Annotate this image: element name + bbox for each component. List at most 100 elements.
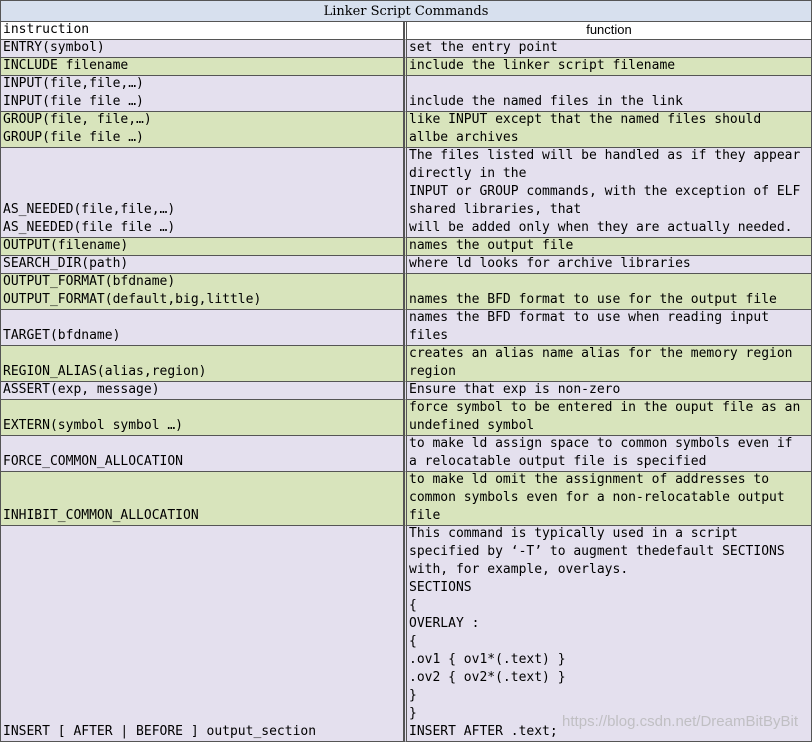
instruction-line: GROUP(file file …) [3,130,144,145]
instruction-line: INCLUDE filename [3,58,129,73]
instruction-cell: SEARCH_DIR(path) [0,256,404,274]
linker-commands-table: Linker Script Commands instruction funct… [0,0,812,742]
table-row: INSERT [ AFTER | BEFORE ] output_section… [0,526,812,742]
function-line: file [409,508,441,523]
function-cell: names the BFD format to use when reading… [404,310,812,346]
function-line: will be added only when they are actuall… [409,220,793,235]
function-line: to make ld omit the assignment of addres… [409,472,770,487]
instruction-cell: INSERT [ AFTER | BEFORE ] output_section [0,526,404,742]
table-row: ASSERT(exp, message) Ensure that exp is n… [0,382,812,400]
function-line: force symbol to be entered in the ouput … [409,400,801,415]
function-cell: set the entry point [404,40,812,58]
instruction-line: EXTERN(symbol symbol …) [3,418,184,433]
instruction-cell: EXTERN(symbol symbol …) [0,400,404,436]
function-line: common symbols even for a non-relocatabl… [409,490,785,505]
table-header-row: instruction function [0,22,812,40]
table-row: GROUP(file, file,…) GROUP(file file …) lik… [0,112,812,148]
function-cell: to make ld assign space to common symbol… [404,436,812,472]
function-line: undefined symbol [409,418,535,433]
header-instruction: instruction [0,22,404,40]
function-line: This command is typically used in a scri… [409,526,738,541]
function-line: names the BFD format to use for the outp… [409,292,777,307]
table-row: REGION_ALIAS(alias,region) creates an ali… [0,346,812,382]
function-line: directly in the [409,166,527,181]
table-row: FORCE_COMMON_ALLOCATION to make ld assign… [0,436,812,472]
table-row: TARGET(bfdname) names the BFD format to u… [0,310,812,346]
instruction-line: INSERT [ AFTER | BEFORE ] output_section [3,724,317,739]
function-cell: include the linker script filename [404,58,812,76]
instruction-cell: ENTRY(symbol) [0,40,404,58]
instruction-line: INPUT(file file …) [3,94,144,109]
function-line: creates an alias name alias for the memo… [409,346,793,361]
instruction-line: GROUP(file, file,…) [3,112,152,127]
instruction-line: INHIBIT_COMMON_ALLOCATION [3,508,199,523]
instruction-line: ENTRY(symbol) [3,40,105,55]
function-line: .ov1 { ov1*(.text) } [409,652,566,667]
instruction-line: REGION_ALIAS(alias,region) [3,364,207,379]
header-function: function [404,22,812,40]
instruction-cell: INCLUDE filename [0,58,404,76]
table-row: EXTERN(symbol symbol …) force symbol to b… [0,400,812,436]
table-row: OUTPUT(filename) names the output file [0,238,812,256]
instruction-cell: TARGET(bfdname) [0,310,404,346]
instruction-line: ASSERT(exp, message) [3,382,160,397]
function-line: include the linker script filename [409,58,676,73]
function-line: a relocatable output file is specified [409,454,707,469]
instruction-cell: REGION_ALIAS(alias,region) [0,346,404,382]
function-line: { [409,598,417,613]
instruction-line: OUTPUT(filename) [3,238,129,253]
instruction-cell: ASSERT(exp, message) [0,382,404,400]
function-line: names the BFD format to use when reading… [409,310,770,325]
function-line: Ensure that exp is non-zero [409,382,621,397]
function-line: region [409,364,456,379]
function-line: shared libraries, that [409,202,582,217]
instruction-line: FORCE_COMMON_ALLOCATION [3,454,184,469]
table-row: INHIBIT_COMMON_ALLOCATION to make ld omit… [0,472,812,526]
function-line: } [409,688,417,703]
table-title: Linker Script Commands [0,0,812,22]
function-line: The files listed will be handled as if t… [409,148,801,163]
function-line: SECTIONS [409,580,472,595]
function-cell: This command is typically used in a scri… [404,526,812,742]
function-line: .ov2 { ov2*(.text) } [409,670,566,685]
instruction-line: TARGET(bfdname) [3,328,121,343]
function-line: names the output file [409,238,574,253]
function-line: allbe archives [409,130,519,145]
function-cell: The files listed will be handled as if t… [404,148,812,238]
function-line: INPUT or GROUP commands, with the except… [409,184,801,199]
function-line: where ld looks for archive libraries [409,256,691,271]
instruction-line: OUTPUT_FORMAT(bfdname) [3,274,176,289]
instruction-line: AS_NEEDED(file file …) [3,220,176,235]
function-cell: where ld looks for archive libraries [404,256,812,274]
function-line: include the named files in the link [409,94,683,109]
function-line: with, for example, overlays. [409,562,629,577]
table-row: INPUT(file,file,…) INPUT(file file …) incl… [0,76,812,112]
function-cell: creates an alias name alias for the memo… [404,346,812,382]
function-line: to make ld assign space to common symbol… [409,436,793,451]
table-row: ENTRY(symbol) set the entry point [0,40,812,58]
function-cell: names the output file [404,238,812,256]
instruction-line: AS_NEEDED(file,file,…) [3,202,176,217]
function-cell: to make ld omit the assignment of addres… [404,472,812,526]
function-cell: include the named files in the link [404,76,812,112]
function-line: specified by ‘-T’ to augment thedefault … [409,544,785,559]
instruction-cell: GROUP(file, file,…) GROUP(file file …) [0,112,404,148]
function-line: files [409,328,449,343]
instruction-cell: AS_NEEDED(file,file,…) AS_NEEDED(file fil… [0,148,404,238]
instruction-cell: FORCE_COMMON_ALLOCATION [0,436,404,472]
function-cell: Ensure that exp is non-zero [404,382,812,400]
function-line: set the entry point [409,40,558,55]
table-body: ENTRY(symbol) set the entry point INCLUDE … [0,40,812,742]
instruction-line: OUTPUT_FORMAT(default,big,little) [3,292,262,307]
instruction-line: INPUT(file,file,…) [3,76,144,91]
instruction-cell: INPUT(file,file,…) INPUT(file file …) [0,76,404,112]
instruction-cell: OUTPUT(filename) [0,238,404,256]
function-line: OVERLAY : [409,616,480,631]
function-cell: like INPUT except that the named files s… [404,112,812,148]
function-cell: names the BFD format to use for the outp… [404,274,812,310]
function-cell: force symbol to be entered in the ouput … [404,400,812,436]
instruction-cell: INHIBIT_COMMON_ALLOCATION [0,472,404,526]
instruction-line: SEARCH_DIR(path) [3,256,129,271]
function-line: { [409,634,417,649]
watermark: https://blog.csdn.net/DreamBitByBit [562,713,798,730]
